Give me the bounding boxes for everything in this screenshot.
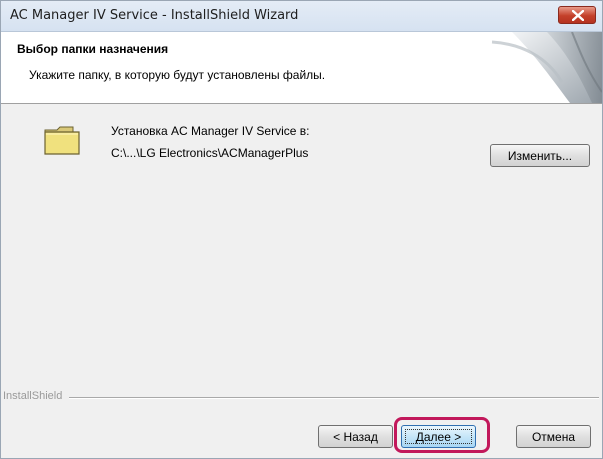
page-subtitle: Укажите папку, в которую будут установле… [29, 68, 326, 82]
close-button[interactable] [558, 6, 596, 24]
installer-window: AC Manager IV Service - InstallShield Wi… [0, 0, 603, 459]
install-location-label: Установка AC Manager IV Service в: [111, 124, 310, 138]
close-icon [572, 10, 584, 21]
window-title: AC Manager IV Service - InstallShield Wi… [10, 8, 299, 23]
title-bar: AC Manager IV Service - InstallShield Wi… [1, 1, 602, 32]
footer-divider [69, 397, 599, 399]
page-title: Выбор папки назначения [17, 42, 169, 56]
install-path: C:\...\LG Electronics\ACManagerPlus [111, 146, 309, 160]
cancel-button[interactable]: Отмена [516, 425, 591, 448]
installshield-brand: InstallShield [3, 390, 69, 402]
change-folder-button[interactable]: Изменить... [490, 144, 590, 167]
back-button[interactable]: < Назад [318, 425, 393, 448]
folder-icon [44, 126, 80, 155]
header-swirl-graphic [491, 32, 602, 103]
next-button-highlight [394, 417, 490, 453]
wizard-header: Выбор папки назначения Укажите папку, в … [1, 32, 602, 104]
